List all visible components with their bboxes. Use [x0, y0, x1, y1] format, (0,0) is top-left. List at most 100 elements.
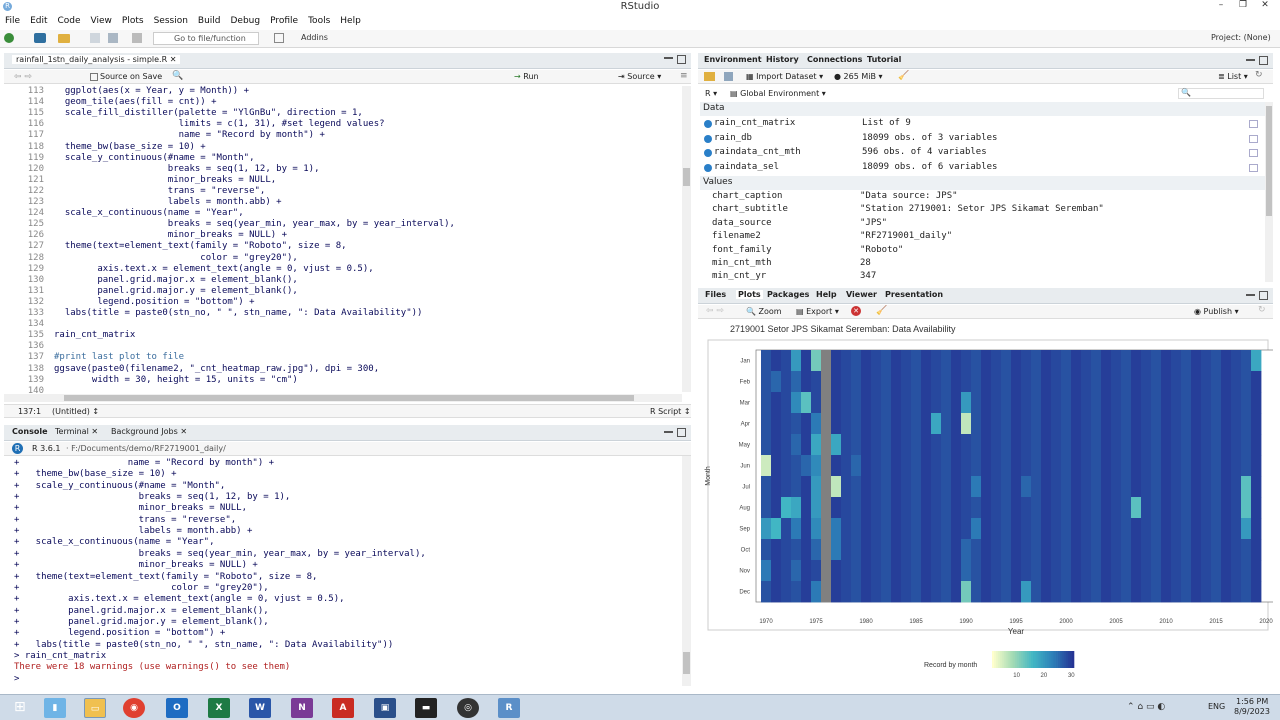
clock-date[interactable]: 8/9/2023 — [1234, 707, 1270, 716]
run-button[interactable]: → Run — [514, 72, 539, 81]
view-table-icon[interactable] — [1249, 134, 1258, 143]
refresh-plot-icon[interactable]: ↻ — [1258, 305, 1266, 315]
tab-connections[interactable]: Connections — [807, 55, 862, 64]
rstudio-taskbar-icon[interactable]: R — [498, 698, 520, 718]
minimize-icon[interactable]: – — [1210, 0, 1232, 14]
tab-viewer[interactable]: Viewer — [846, 290, 877, 299]
tab-environment[interactable]: Environment — [704, 55, 762, 64]
tab-plots[interactable]: Plots — [736, 290, 763, 299]
minimize-plots-icon[interactable] — [1246, 294, 1255, 296]
save-icon[interactable] — [90, 33, 100, 43]
source-on-save-checkbox[interactable] — [90, 73, 98, 81]
close-icon[interactable]: ✕ — [1254, 0, 1276, 14]
export-button[interactable]: ▤ Export ▾ — [796, 307, 839, 316]
project-menu[interactable]: Project: (None) — [1211, 33, 1271, 42]
env-value-row[interactable]: min_cnt_mth 28 — [700, 258, 1266, 272]
import-dataset-button[interactable]: ▦ Import Dataset ▾ — [746, 72, 823, 81]
new-project-icon[interactable] — [34, 33, 46, 43]
env-value-row[interactable]: font_family "Roboto" — [700, 245, 1266, 259]
open-folder-icon[interactable] — [58, 34, 70, 43]
menu-plots[interactable]: Plots — [117, 15, 149, 29]
view-table-icon[interactable] — [1249, 120, 1258, 128]
addins-menu[interactable]: Addins — [301, 33, 328, 42]
tab-help[interactable]: Help — [816, 290, 837, 299]
load-workspace-icon[interactable] — [704, 72, 715, 81]
refresh-icon[interactable]: ↻ — [1255, 70, 1263, 80]
menu-profile[interactable]: Profile — [265, 15, 303, 29]
env-value-row[interactable]: data_source "JPS" — [700, 218, 1266, 232]
acrobat-icon[interactable]: A — [332, 698, 354, 718]
view-mode-menu[interactable]: ≣ List ▾ — [1218, 72, 1248, 81]
menu-debug[interactable]: Debug — [226, 15, 266, 29]
editor-tab[interactable]: rainfall_1stn_daily_analysis - simple.R … — [12, 55, 181, 64]
view-table-icon[interactable] — [1249, 163, 1258, 172]
broom-icon[interactable]: 🧹 — [898, 71, 909, 81]
tab-console[interactable]: Console — [12, 427, 48, 436]
menu-edit[interactable]: Edit — [25, 15, 52, 29]
print-icon[interactable] — [132, 33, 142, 43]
clock-time[interactable]: 1:56 PM — [1236, 697, 1268, 706]
working-dir[interactable]: · F:/Documents/demo/RF2719001_daily/ — [66, 444, 226, 453]
tab-terminal[interactable]: Terminal ✕ — [55, 427, 98, 436]
maximize-env-icon[interactable] — [1259, 56, 1268, 65]
menu-code[interactable]: Code — [53, 15, 86, 29]
back-arrow-icon[interactable]: ⇦ ⇨ — [14, 72, 32, 82]
start-button[interactable]: ⊞ — [14, 699, 32, 717]
code-editor[interactable]: 113 ggplot(aes(x = Year, y = Month)) + 11… — [4, 86, 681, 402]
outline-icon[interactable]: ≡ — [680, 71, 688, 81]
tab-presentation[interactable]: Presentation — [885, 290, 943, 299]
tab-background-jobs[interactable]: Background Jobs ✕ — [111, 427, 187, 436]
onenote-icon[interactable]: N — [291, 698, 313, 718]
scope-indicator[interactable]: (Untitled) ↕ — [52, 407, 99, 416]
env-search-input[interactable]: 🔍 — [1178, 88, 1264, 99]
remove-plot-icon[interactable]: ✕ — [851, 306, 861, 316]
menu-file[interactable]: File — [0, 15, 25, 29]
env-value-row[interactable]: filename2 "RF2719001_daily" — [700, 231, 1266, 245]
tab-packages[interactable]: Packages — [767, 290, 809, 299]
menu-view[interactable]: View — [86, 15, 117, 29]
terminal-icon[interactable]: ▬ — [415, 698, 437, 718]
tab-files[interactable]: Files — [705, 290, 726, 299]
memory-usage[interactable]: ● 265 MiB ▾ — [834, 72, 883, 81]
grid-layout-icon[interactable] — [274, 33, 284, 43]
expand-icon[interactable] — [704, 134, 712, 143]
new-file-icon[interactable] — [4, 33, 14, 43]
source-button[interactable]: ⇥ Source ▾ — [618, 72, 661, 81]
maximize-icon[interactable]: ❐ — [1232, 0, 1254, 14]
remote-desktop-icon[interactable]: ▣ — [374, 698, 396, 718]
search-icon[interactable]: 🔍 — [172, 71, 183, 81]
env-data-row[interactable]: rain_db 18099 obs. of 3 variables — [702, 133, 1272, 147]
file-explorer-icon[interactable]: ▭ — [84, 698, 106, 718]
env-data-row[interactable]: raindata_sel 18099 obs. of 6 variables — [702, 162, 1272, 176]
tab-tutorial[interactable]: Tutorial — [867, 55, 901, 64]
obs-icon[interactable]: ◎ — [457, 698, 479, 718]
console-output[interactable]: + name = "Record by month") + + theme_bw(… — [4, 456, 682, 686]
chrome-icon[interactable]: ◉ — [123, 698, 145, 718]
expand-icon[interactable] — [704, 163, 712, 172]
excel-icon[interactable]: X — [208, 698, 230, 718]
expand-icon[interactable] — [704, 149, 712, 158]
zoom-button[interactable]: 🔍 Zoom — [746, 307, 782, 316]
menu-build[interactable]: Build — [193, 15, 226, 29]
maximize-pane-icon[interactable] — [677, 55, 686, 64]
console-scrollbar[interactable] — [682, 456, 691, 686]
editor-scrollbar[interactable] — [682, 86, 691, 392]
menu-tools[interactable]: Tools — [303, 15, 335, 29]
view-table-icon[interactable] — [1249, 149, 1258, 158]
save-all-icon[interactable] — [108, 33, 118, 43]
menu-help[interactable]: Help — [335, 15, 366, 29]
lang-menu[interactable]: R ▾ — [705, 89, 717, 98]
save-workspace-icon[interactable] — [724, 72, 733, 81]
prev-next-plot-icon[interactable]: ⇦ ⇨ — [706, 306, 724, 316]
tray-icons[interactable]: ⌃ ⌂ ▭ ◐ — [1127, 702, 1165, 712]
publish-button[interactable]: ◉ Publish ▾ — [1194, 307, 1239, 316]
env-data-row[interactable]: raindata_cnt_mth 596 obs. of 4 variables — [702, 147, 1272, 161]
env-scrollbar[interactable] — [1265, 102, 1273, 282]
tab-history[interactable]: History — [766, 55, 799, 64]
goto-file-input[interactable]: Go to file/function — [153, 32, 259, 45]
env-data-row[interactable]: rain_cnt_matrix List of 9 — [702, 118, 1272, 132]
env-value-row[interactable]: min_cnt_yr 347 — [700, 271, 1266, 283]
file-type-menu[interactable]: R Script ↕ — [650, 407, 691, 416]
clear-plots-icon[interactable]: 🧹 — [876, 306, 887, 316]
env-value-row[interactable]: chart_caption "Data source: JPS" — [700, 191, 1266, 205]
